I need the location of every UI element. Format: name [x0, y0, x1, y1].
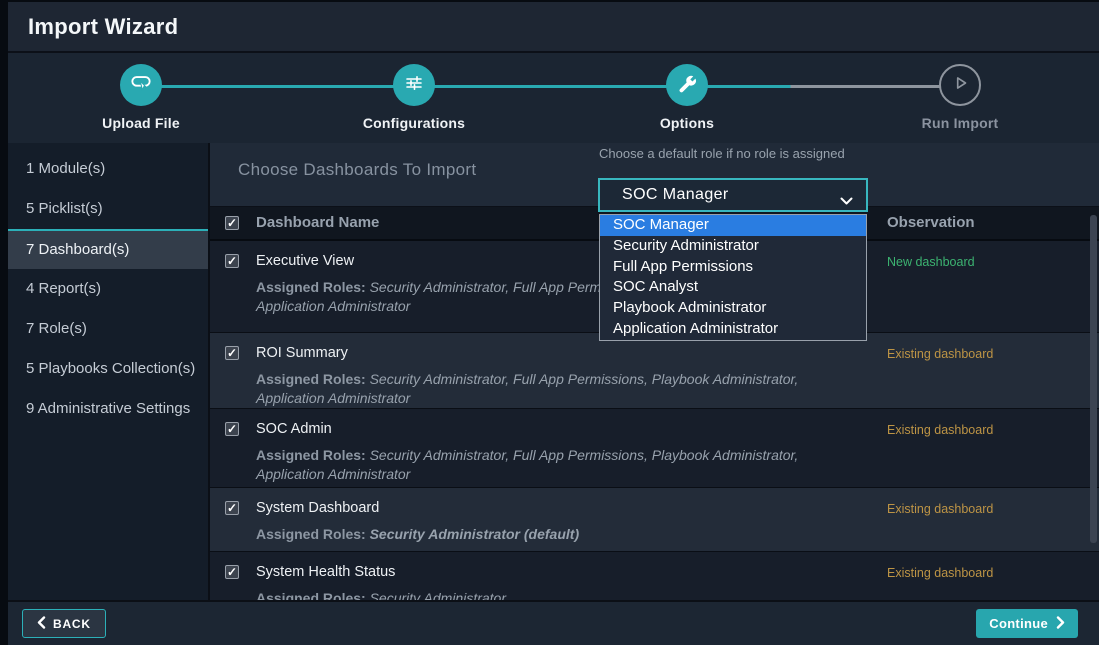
table-row: System Dashboard Assigned Roles: Securit… — [210, 488, 1099, 552]
import-categories-sidebar: 1 Module(s) 5 Picklist(s) 7 Dashboard(s)… — [8, 143, 210, 600]
observation-value: Existing dashboard — [887, 333, 1099, 408]
step-label-configurations: Configurations — [304, 115, 524, 131]
assigned-roles-value: Security Administrator — [370, 590, 506, 600]
button-click-icon — [128, 70, 154, 101]
role-dropdown-list: SOC Manager Security Administrator Full … — [599, 214, 867, 341]
observation-header: Observation — [887, 207, 1099, 239]
step-label-run-import: Run Import — [850, 115, 1070, 131]
row-checkbox[interactable] — [225, 501, 239, 515]
step-options[interactable] — [666, 64, 708, 106]
dashboards-panel: Choose Dashboards To Import Choose a def… — [210, 143, 1099, 600]
sidebar-item-roles[interactable]: 7 Role(s) — [8, 309, 208, 349]
continue-button-label: Continue — [989, 616, 1048, 631]
chevron-down-icon — [840, 193, 853, 211]
observation-value: New dashboard — [887, 241, 1099, 332]
row-checkbox[interactable] — [225, 346, 239, 360]
sidebar-item-dashboards[interactable]: 7 Dashboard(s) — [8, 229, 208, 269]
back-button-label: BACK — [53, 617, 91, 631]
back-button[interactable]: BACK — [22, 609, 106, 638]
assigned-roles-label: Assigned Roles: — [256, 526, 366, 542]
default-role-select[interactable]: SOC Manager — [598, 178, 868, 212]
step-connector — [414, 85, 687, 88]
step-label-upload-file: Upload File — [31, 115, 251, 131]
dashboard-name: System Dashboard — [256, 500, 887, 516]
sidebar-item-playbooks-collections[interactable]: 5 Playbooks Collection(s) — [8, 349, 208, 389]
observation-value: Existing dashboard — [887, 488, 1099, 551]
role-option[interactable]: Application Administrator — [600, 319, 866, 340]
title-bar: Import Wizard — [8, 2, 1099, 53]
chevron-left-icon — [37, 616, 46, 632]
sidebar-item-administrative-settings[interactable]: 9 Administrative Settings — [8, 389, 208, 429]
dashboard-name: ROI Summary — [256, 345, 887, 361]
play-icon — [949, 72, 971, 99]
observation-value: Existing dashboard — [887, 552, 1099, 600]
role-option[interactable]: SOC Manager — [600, 215, 866, 236]
table-row: SOC Admin Assigned Roles: Security Admin… — [210, 409, 1099, 488]
wizard-stepper: Upload File Configurations Options Run I… — [8, 53, 1099, 143]
observation-value: Existing dashboard — [887, 409, 1099, 487]
wizard-body: 1 Module(s) 5 Picklist(s) 7 Dashboard(s)… — [8, 143, 1099, 600]
table-row: System Health Status Assigned Roles: Sec… — [210, 552, 1099, 600]
role-option[interactable]: Full App Permissions — [600, 257, 866, 278]
dashboard-name: SOC Admin — [256, 421, 887, 437]
wrench-icon — [676, 72, 698, 99]
sidebar-item-picklists[interactable]: 5 Picklist(s) — [8, 189, 208, 229]
row-checkbox[interactable] — [225, 422, 239, 436]
row-checkbox[interactable] — [225, 254, 239, 268]
continue-button[interactable]: Continue — [976, 609, 1078, 638]
assigned-roles-label: Assigned Roles: — [256, 279, 366, 295]
table-row: ROI Summary Assigned Roles: Security Adm… — [210, 333, 1099, 409]
default-role-label: Choose a default role if no role is assi… — [599, 146, 845, 161]
role-option[interactable]: Security Administrator — [600, 236, 866, 257]
vertical-scrollbar[interactable] — [1090, 215, 1097, 543]
page-title: Import Wizard — [28, 14, 178, 40]
assigned-roles-value: Security Administrator (default) — [370, 526, 580, 542]
step-connector — [687, 85, 960, 88]
step-label-options: Options — [577, 115, 797, 131]
chevron-right-icon — [1056, 616, 1065, 632]
role-option[interactable]: Playbook Administrator — [600, 298, 866, 319]
assigned-roles-label: Assigned Roles: — [256, 447, 366, 463]
wizard-footer: BACK Continue — [8, 600, 1099, 645]
selected-role-value: SOC Manager — [600, 186, 729, 204]
role-option[interactable]: SOC Analyst — [600, 277, 866, 298]
step-connector — [141, 85, 414, 88]
dashboard-name: System Health Status — [256, 564, 887, 580]
assigned-roles-label: Assigned Roles: — [256, 590, 366, 600]
step-configurations[interactable] — [393, 64, 435, 106]
sliders-icon — [402, 71, 426, 100]
sidebar-item-modules[interactable]: 1 Module(s) — [8, 149, 208, 189]
import-wizard-dialog: Import Wizard — [8, 2, 1099, 645]
step-run-import[interactable] — [939, 64, 981, 106]
select-all-checkbox[interactable] — [225, 216, 239, 230]
step-upload-file[interactable] — [120, 64, 162, 106]
row-checkbox[interactable] — [225, 565, 239, 579]
assigned-roles-label: Assigned Roles: — [256, 371, 366, 387]
sidebar-item-reports[interactable]: 4 Report(s) — [8, 269, 208, 309]
